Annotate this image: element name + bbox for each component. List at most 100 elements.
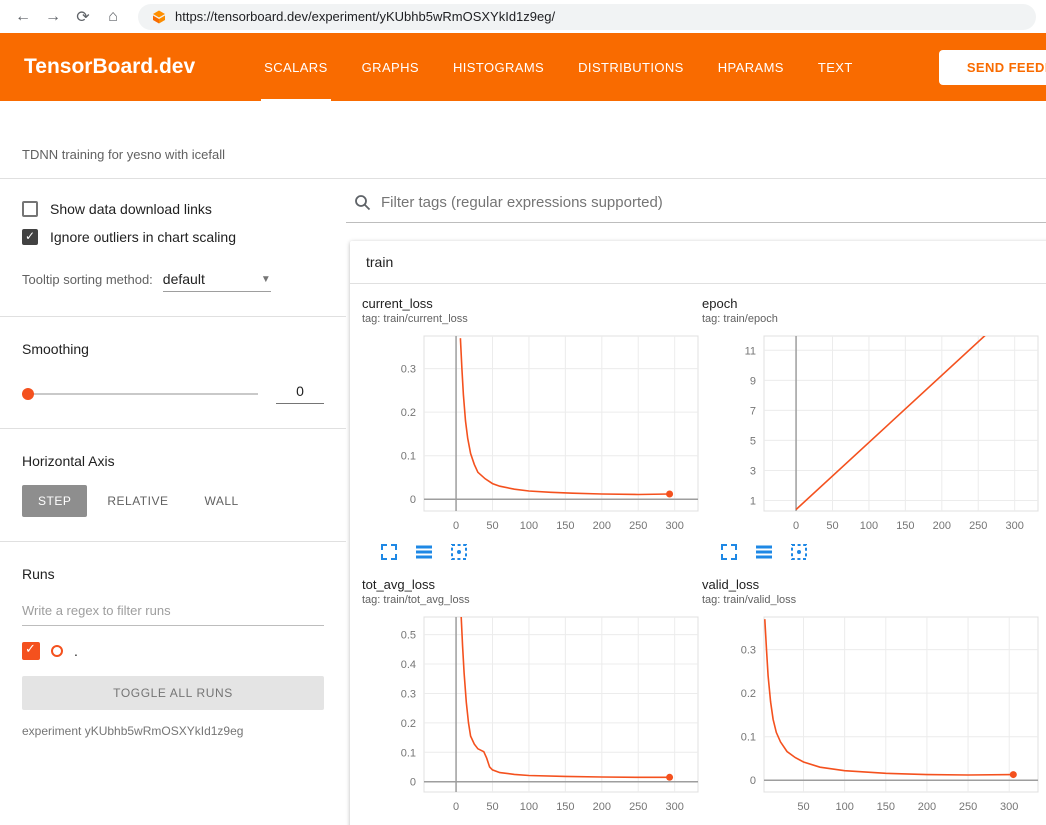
svg-text:250: 250 — [969, 520, 987, 532]
tab-distributions[interactable]: DISTRIBUTIONS — [561, 33, 701, 101]
svg-text:200: 200 — [593, 520, 611, 532]
tab-histograms[interactable]: HISTOGRAMS — [436, 33, 561, 101]
svg-text:0: 0 — [453, 801, 459, 813]
address-bar[interactable]: https://tensorboard.dev/experiment/yKUbh… — [138, 4, 1036, 30]
svg-text:9: 9 — [750, 375, 756, 387]
search-icon — [354, 194, 371, 211]
tab-hparams[interactable]: HPARAMS — [701, 33, 801, 101]
svg-text:100: 100 — [520, 520, 538, 532]
chart-title: current_loss — [362, 296, 702, 311]
svg-text:300: 300 — [1006, 520, 1024, 532]
ignore-outliers-checkbox[interactable] — [22, 229, 38, 245]
chart-tools — [362, 543, 702, 561]
chart-tag: tag: train/epoch — [702, 313, 1042, 325]
chart-title: tot_avg_loss — [362, 577, 702, 592]
screen: ← → ⟳ ⌂ https://tensorboard.dev/experime… — [0, 0, 1046, 825]
svg-text:5: 5 — [750, 435, 756, 447]
chart-tot-avg-loss: tot_avg_loss tag: train/tot_avg_loss 050… — [362, 577, 702, 825]
line-chart[interactable]: 5010015020025030000.10.20.3 — [702, 614, 1042, 816]
svg-text:0: 0 — [410, 494, 416, 506]
url-text: https://tensorboard.dev/experiment/yKUbh… — [175, 9, 555, 24]
chart-current-loss: current_loss tag: train/current_loss 050… — [362, 296, 702, 561]
svg-text:300: 300 — [1000, 801, 1018, 813]
run-checkbox[interactable] — [22, 642, 40, 660]
chart-title: epoch — [702, 296, 1042, 311]
fit-domain-icon[interactable] — [790, 543, 808, 561]
svg-text:50: 50 — [486, 801, 498, 813]
svg-text:300: 300 — [666, 801, 684, 813]
tensorboard-favicon — [152, 10, 166, 24]
line-chart[interactable]: 0501001502002503001357911 — [702, 333, 1042, 535]
runs-filter-input[interactable] — [22, 596, 324, 626]
chart-epoch: epoch tag: train/epoch 05010015020025030… — [702, 296, 1042, 561]
svg-text:0: 0 — [750, 775, 756, 787]
show-download-links-label: Show data download links — [50, 201, 212, 217]
chart-tag: tag: train/valid_loss — [702, 594, 1042, 606]
svg-text:0: 0 — [410, 777, 416, 789]
experiment-title: TDNN training for yesno with icefall — [0, 101, 1046, 179]
back-icon[interactable]: ← — [10, 4, 36, 30]
svg-text:200: 200 — [593, 801, 611, 813]
svg-text:0.3: 0.3 — [401, 688, 416, 700]
svg-text:100: 100 — [520, 801, 538, 813]
toggle-all-runs-button[interactable]: TOGGLE ALL RUNS — [22, 676, 324, 710]
tooltip-sorting-select[interactable]: default ▼ — [163, 271, 271, 292]
tag-filter-input[interactable] — [381, 194, 1046, 211]
svg-text:200: 200 — [933, 520, 951, 532]
run-row: . — [22, 642, 324, 660]
svg-text:150: 150 — [556, 801, 574, 813]
svg-text:50: 50 — [486, 520, 498, 532]
run-color-indicator — [51, 645, 63, 657]
send-feedback-button[interactable]: SEND FEEDBACK — [939, 50, 1046, 85]
svg-text:300: 300 — [666, 520, 684, 532]
svg-text:0.1: 0.1 — [741, 732, 756, 744]
runs-selector-icon[interactable] — [415, 543, 433, 561]
horizontal-axis-label: Horizontal Axis — [22, 453, 324, 469]
expand-chart-icon[interactable] — [720, 543, 738, 561]
axis-step-button[interactable]: STEP — [22, 485, 87, 517]
tab-graphs[interactable]: GRAPHS — [345, 33, 436, 101]
svg-text:0.2: 0.2 — [401, 718, 416, 730]
forward-icon[interactable]: → — [40, 4, 66, 30]
caret-down-icon: ▼ — [261, 274, 271, 285]
runs-label: Runs — [22, 566, 324, 582]
main-panel: train current_loss tag: train/current_lo… — [346, 179, 1046, 825]
tooltip-sorting-label: Tooltip sorting method: — [22, 272, 153, 287]
axis-relative-button[interactable]: RELATIVE — [91, 485, 184, 517]
tooltip-sorting-value: default — [163, 271, 205, 287]
show-download-links-checkbox[interactable] — [22, 201, 38, 217]
smoothing-label: Smoothing — [22, 341, 324, 357]
smoothing-slider[interactable] — [22, 393, 258, 395]
svg-text:50: 50 — [826, 520, 838, 532]
expand-chart-icon[interactable] — [380, 543, 398, 561]
smoothing-slider-thumb[interactable] — [22, 388, 34, 400]
axis-wall-button[interactable]: WALL — [188, 485, 254, 517]
tag-group-header[interactable]: train — [350, 241, 1046, 284]
tooltip-sorting-row: Tooltip sorting method: default ▼ — [22, 271, 324, 292]
reload-icon[interactable]: ⟳ — [70, 4, 96, 30]
tag-filter-row — [346, 179, 1046, 223]
smoothing-value-field[interactable]: 0 — [276, 383, 324, 404]
svg-text:100: 100 — [835, 801, 853, 813]
svg-text:0: 0 — [453, 520, 459, 532]
svg-text:1: 1 — [750, 495, 756, 507]
runs-selector-icon[interactable] — [755, 543, 773, 561]
svg-text:0.5: 0.5 — [401, 630, 416, 642]
chart-title: valid_loss — [702, 577, 1042, 592]
line-chart[interactable]: 05010015020025030000.10.20.30.40.5 — [362, 614, 702, 816]
line-chart[interactable]: 05010015020025030000.10.20.3 — [362, 333, 702, 535]
horizontal-axis-buttons: STEP RELATIVE WALL — [22, 485, 324, 517]
svg-text:50: 50 — [797, 801, 809, 813]
run-name: . — [74, 643, 78, 659]
fit-domain-icon[interactable] — [450, 543, 468, 561]
tab-scalars[interactable]: SCALARS — [247, 33, 345, 101]
svg-text:11: 11 — [745, 345, 756, 357]
ignore-outliers-row: Ignore outliers in chart scaling — [22, 229, 324, 245]
content: Show data download links Ignore outliers… — [0, 179, 1046, 825]
home-icon[interactable]: ⌂ — [100, 4, 126, 30]
svg-text:0.1: 0.1 — [401, 451, 416, 463]
tab-text[interactable]: TEXT — [801, 33, 870, 101]
charts-grid: current_loss tag: train/current_loss 050… — [350, 284, 1046, 825]
svg-text:150: 150 — [556, 520, 574, 532]
svg-text:0.3: 0.3 — [741, 645, 756, 657]
